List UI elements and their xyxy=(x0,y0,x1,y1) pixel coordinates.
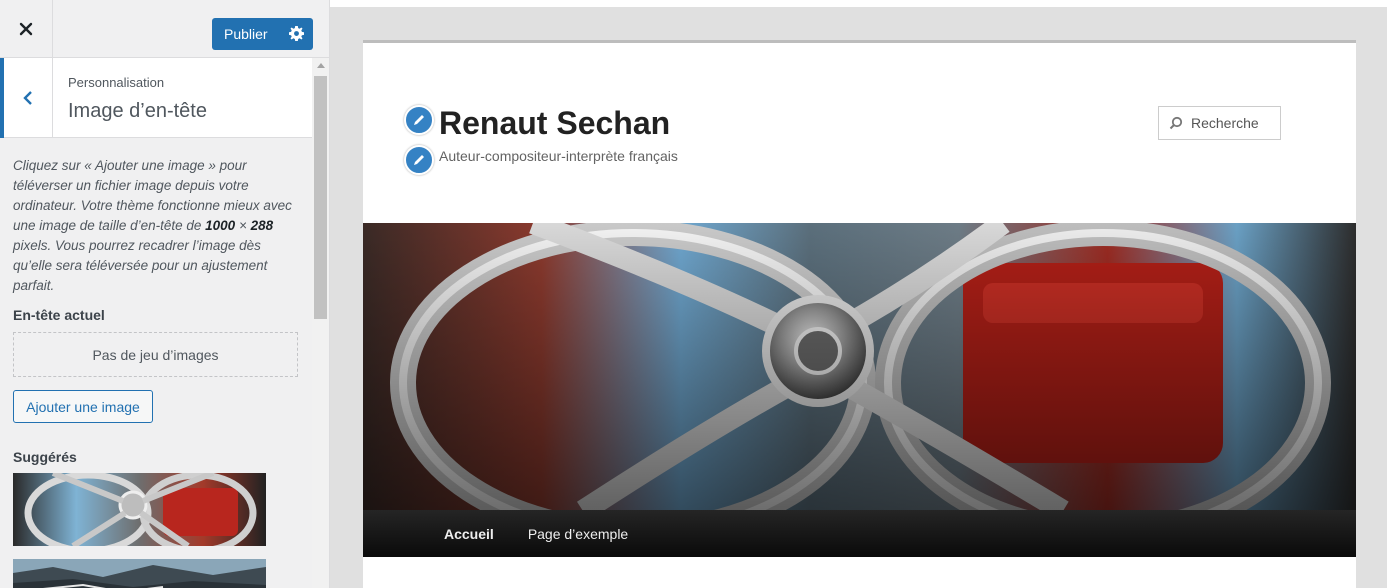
scrollbar[interactable] xyxy=(312,58,329,588)
pencil-icon xyxy=(414,115,424,125)
chevron-left-icon xyxy=(23,91,32,105)
publish-label: Publier xyxy=(224,26,268,42)
suggested-header-thumbnail[interactable] xyxy=(13,559,266,588)
preview-top-strip xyxy=(330,0,1387,7)
customizer-header: Publier xyxy=(0,0,329,58)
section-title: Image d’en-tête xyxy=(68,100,207,122)
scroll-up-arrow[interactable] xyxy=(317,63,325,68)
nav-item-sample-page[interactable]: Page d’exemple xyxy=(528,526,628,542)
site-tagline: Auteur-compositeur-interprète français xyxy=(439,148,678,164)
close-button[interactable] xyxy=(0,0,53,58)
pencil-icon xyxy=(414,155,424,165)
back-button[interactable] xyxy=(0,58,53,138)
breadcrumb: Personnalisation xyxy=(68,75,165,90)
site-page: Renaut Sechan Auteur-compositeur-interpr… xyxy=(363,40,1356,588)
search-placeholder: Recherche xyxy=(1191,115,1259,131)
scrollbar-thumb[interactable] xyxy=(314,76,327,319)
current-header-label: En-tête actuel xyxy=(13,307,105,323)
site-preview: Renaut Sechan Auteur-compositeur-interpr… xyxy=(330,0,1387,588)
nav-item-home[interactable]: Accueil xyxy=(444,526,494,542)
main-navigation: Accueil Page d’exemple xyxy=(363,510,1356,557)
gear-icon[interactable] xyxy=(289,26,304,41)
header-image-description: Cliquez sur « Ajouter une image » pour t… xyxy=(13,158,292,293)
no-image-text: Pas de jeu d’images xyxy=(92,346,219,363)
customizer-panel: Personnalisation Image d’en-tête Cliquez… xyxy=(0,58,312,588)
site-title[interactable]: Renaut Sechan xyxy=(439,105,670,142)
add-image-button[interactable]: Ajouter une image xyxy=(13,390,153,423)
customizer-sidebar: Publier Personnalisation Image d’en-tête… xyxy=(0,0,330,588)
edit-tagline-shortcut[interactable] xyxy=(404,145,434,175)
header-image[interactable] xyxy=(363,223,1356,511)
close-icon xyxy=(19,22,33,36)
search-icon xyxy=(1169,116,1183,130)
suggested-label: Suggérés xyxy=(13,449,77,465)
suggested-header-thumbnail[interactable] xyxy=(13,473,266,546)
section-header: Personnalisation Image d’en-tête xyxy=(0,58,312,138)
current-header-placeholder: Pas de jeu d’images xyxy=(13,332,298,377)
edit-title-shortcut[interactable] xyxy=(404,105,434,135)
search-input[interactable]: Recherche xyxy=(1158,106,1281,140)
publish-button[interactable]: Publier xyxy=(212,18,313,50)
